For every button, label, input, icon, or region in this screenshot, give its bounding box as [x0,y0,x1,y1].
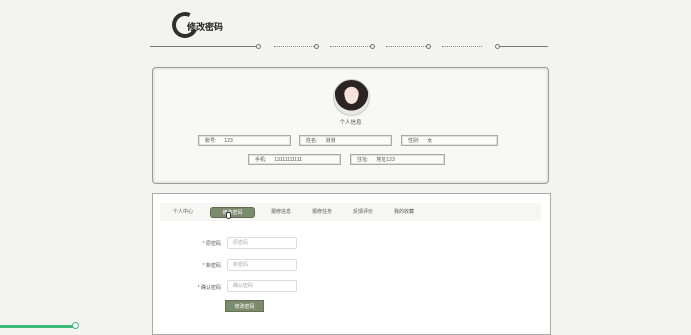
avatar [333,79,370,116]
old-password-label: * 原密码 [202,241,221,247]
tab-repair-tasks[interactable]: 报修任务 [307,207,337,218]
gender-field: 性别: 女 [401,135,498,146]
progress-bar [0,325,76,328]
old-password-input[interactable]: 原密码 [227,237,297,249]
confirm-password-input[interactable]: 确认密码 [227,280,297,292]
account-field: 账号: 123 [198,135,291,146]
content-panel: 个人中心 修改密码 报修信息 报修任务 反馈评价 我的收藏 * 原密码 原密码 … [152,193,551,335]
new-password-input[interactable]: 新密码 [227,259,297,271]
progress-knob[interactable] [72,322,79,329]
confirm-password-label: * 确认密码 [197,285,221,291]
tab-change-password[interactable]: 修改密码 [210,207,255,218]
tab-bar: 个人中心 修改密码 报修信息 报修任务 反馈评价 我的收藏 [160,203,541,221]
tab-personal-center[interactable]: 个人中心 [168,207,198,218]
change-password-button[interactable]: 修改密码 [225,300,264,312]
tab-repair-info[interactable]: 报修信息 [266,207,296,218]
header-divider [150,44,548,49]
address-field: 住址: 地址123 [350,154,445,165]
page-title: 修改密码 [187,22,224,32]
new-password-label: * 新密码 [202,263,221,269]
profile-card: 个人信息 账号: 123 姓名: 测测 性别: 女 手机: 13111111111 住址… [152,67,549,184]
profile-section-title: 个人信息 [339,120,362,126]
name-field: 姓名: 测测 [299,135,392,146]
page-header: 修改密码 [168,8,252,42]
phone-field: 手机: 13111111111 [248,154,341,165]
tab-feedback[interactable]: 反馈评价 [348,207,378,218]
tab-favorites[interactable]: 我的收藏 [389,207,419,218]
mouse-cursor-icon [226,212,231,219]
